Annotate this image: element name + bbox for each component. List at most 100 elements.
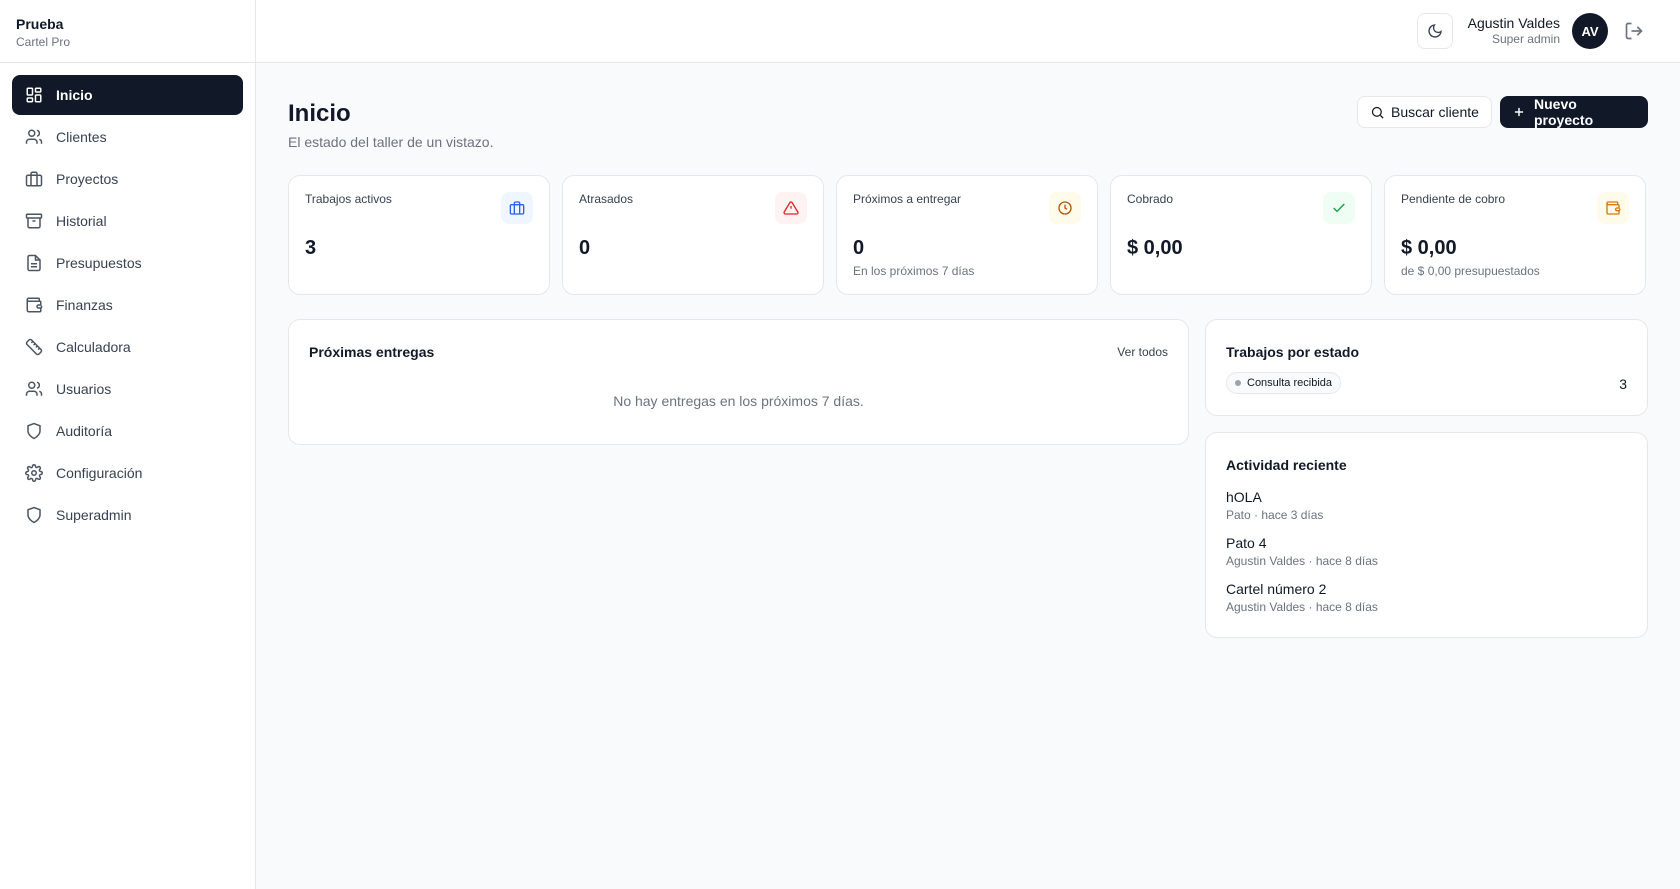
sidebar-item-superadmin[interactable]: Superadmin — [12, 495, 243, 535]
status-count: 3 — [1619, 376, 1627, 392]
grid-icon — [24, 85, 44, 105]
shield-icon — [24, 421, 44, 441]
sidebar-item-label: Clientes — [56, 129, 107, 145]
brand-name: Prueba — [16, 16, 64, 32]
stat-label: Próximos a entregar — [853, 192, 962, 206]
sidebar-item-calculadora[interactable]: Calculadora — [12, 327, 243, 367]
sidebar-item-usuarios[interactable]: Usuarios — [12, 369, 243, 409]
shield-icon — [24, 505, 44, 525]
user-info: Agustin Valdes Super admin — [1468, 15, 1560, 47]
new-project-button[interactable]: Nuevo proyecto — [1500, 96, 1648, 128]
check-icon — [1323, 192, 1355, 224]
sidebar-item-finanzas[interactable]: Finanzas — [12, 285, 243, 325]
status-dot — [1235, 380, 1241, 386]
plus-icon — [1512, 105, 1526, 119]
sidebar-item-auditoria[interactable]: Auditoría — [12, 411, 243, 451]
activity-meta: Agustin Valdes · hace 8 días — [1226, 554, 1378, 568]
avatar[interactable]: AV — [1572, 13, 1608, 49]
stat-label: Pendiente de cobro — [1401, 192, 1506, 206]
stat-card-collected: Cobrado $ 0,00 — [1110, 175, 1372, 295]
brand: Prueba Cartel Pro — [0, 0, 255, 63]
activity-title: hOLA — [1226, 489, 1262, 505]
upcoming-deliveries-card: Próximas entregas Ver todos No hay entre… — [288, 319, 1189, 445]
stat-card-pending: Pendiente de cobro $ 0,00 de $ 0,00 pres… — [1384, 175, 1646, 295]
sidebar-item-label: Inicio — [56, 87, 93, 103]
sidebar-item-label: Presupuestos — [56, 255, 142, 271]
card-title: Próximas entregas — [309, 344, 435, 360]
sidebar-item-configuracion[interactable]: Configuración — [12, 453, 243, 493]
sidebar-item-presupuestos[interactable]: Presupuestos — [12, 243, 243, 283]
stat-value: $ 0,00 — [1401, 237, 1457, 259]
user-name: Agustin Valdes — [1467, 15, 1560, 31]
sidebar-item-label: Auditoría — [56, 423, 113, 439]
stat-value: 0 — [853, 237, 865, 259]
users-icon — [24, 127, 44, 147]
stat-card-late: Atrasados 0 — [562, 175, 824, 295]
briefcase-icon — [24, 169, 44, 189]
status-badge: Consulta recibida — [1226, 372, 1341, 394]
card-title: Trabajos por estado — [1226, 344, 1360, 360]
stat-card-active-jobs: Trabajos activos 3 — [288, 175, 550, 295]
archive-icon — [24, 211, 44, 231]
search-client-label: Buscar cliente — [1391, 104, 1479, 120]
sidebar-item-label: Finanzas — [56, 297, 113, 313]
page-title: Inicio — [288, 100, 351, 127]
sidebar-item-clientes[interactable]: Clientes — [12, 117, 243, 157]
activity-meta: Agustin Valdes · hace 8 días — [1226, 600, 1378, 614]
stat-label: Cobrado — [1127, 192, 1174, 206]
recent-activity-card: Actividad reciente hOLA Pato · hace 3 dí… — [1205, 432, 1648, 638]
stat-value: 0 — [579, 237, 591, 259]
sidebar-item-historial[interactable]: Historial — [12, 201, 243, 241]
view-all-link[interactable]: Ver todos — [1117, 345, 1168, 359]
list-item[interactable]: hOLA Pato · hace 3 días — [1226, 489, 1627, 523]
file-text-icon — [24, 253, 44, 273]
top-header: Agustin Valdes Super admin AV — [256, 0, 1680, 63]
sidebar: Prueba Cartel Pro Inicio Clientes Proyec… — [0, 0, 256, 889]
stat-card-upcoming: Próximos a entregar 0 En los próximos 7 … — [836, 175, 1098, 295]
status-label: Consulta recibida — [1247, 377, 1332, 389]
sidebar-item-label: Proyectos — [56, 171, 119, 187]
logout-icon — [1624, 21, 1644, 41]
briefcase-icon — [501, 192, 533, 224]
jobs-by-status-card: Trabajos por estado Consulta recibida 3 — [1205, 319, 1648, 416]
moon-icon — [1427, 23, 1443, 39]
alert-triangle-icon — [775, 192, 807, 224]
stats-row: Trabajos activos 3 Atrasados 0 Próximos … — [288, 175, 1648, 295]
empty-state: No hay entregas en los próximos 7 días. — [613, 393, 864, 409]
wallet-icon — [24, 295, 44, 315]
activity-meta: Pato · hace 3 días — [1226, 508, 1324, 522]
sidebar-item-label: Calculadora — [56, 339, 131, 355]
sidebar-item-label: Usuarios — [56, 381, 112, 397]
sidebar-item-proyectos[interactable]: Proyectos — [12, 159, 243, 199]
list-item[interactable]: Pato 4 Agustin Valdes · hace 8 días — [1226, 535, 1627, 569]
wallet-icon — [1597, 192, 1629, 224]
sidebar-nav: Inicio Clientes Proyectos Historial Pres… — [0, 63, 255, 549]
logout-button[interactable] — [1622, 19, 1646, 43]
theme-toggle-button[interactable] — [1417, 13, 1453, 49]
ruler-icon — [24, 337, 44, 357]
gear-icon — [24, 463, 44, 483]
sidebar-item-label: Superadmin — [56, 507, 132, 523]
card-title: Actividad reciente — [1226, 457, 1347, 473]
activity-list: hOLA Pato · hace 3 días Pato 4 Agustin V… — [1226, 489, 1627, 615]
stat-value: $ 0,00 — [1127, 237, 1183, 259]
search-icon — [1370, 105, 1385, 120]
clock-icon — [1049, 192, 1081, 224]
sidebar-item-label: Configuración — [56, 465, 143, 481]
stat-note: de $ 0,00 presupuestados — [1401, 264, 1540, 278]
activity-title: Pato 4 — [1226, 535, 1267, 551]
stat-note: En los próximos 7 días — [853, 264, 975, 278]
list-item[interactable]: Cartel número 2 Agustin Valdes · hace 8 … — [1226, 581, 1627, 615]
user-role: Super admin — [1491, 32, 1560, 46]
page-subtitle: El estado del taller de un vistazo. — [288, 134, 494, 150]
new-project-label: Nuevo proyecto — [1534, 96, 1594, 128]
brand-subtitle: Cartel Pro — [16, 35, 71, 49]
activity-title: Cartel número 2 — [1226, 581, 1327, 597]
sidebar-item-inicio[interactable]: Inicio — [12, 75, 243, 115]
users-icon — [24, 379, 44, 399]
search-client-button[interactable]: Buscar cliente — [1357, 96, 1492, 128]
stat-value: 3 — [305, 237, 317, 259]
stat-label: Atrasados — [579, 192, 634, 206]
stat-label: Trabajos activos — [305, 192, 392, 206]
sidebar-item-label: Historial — [56, 213, 107, 229]
